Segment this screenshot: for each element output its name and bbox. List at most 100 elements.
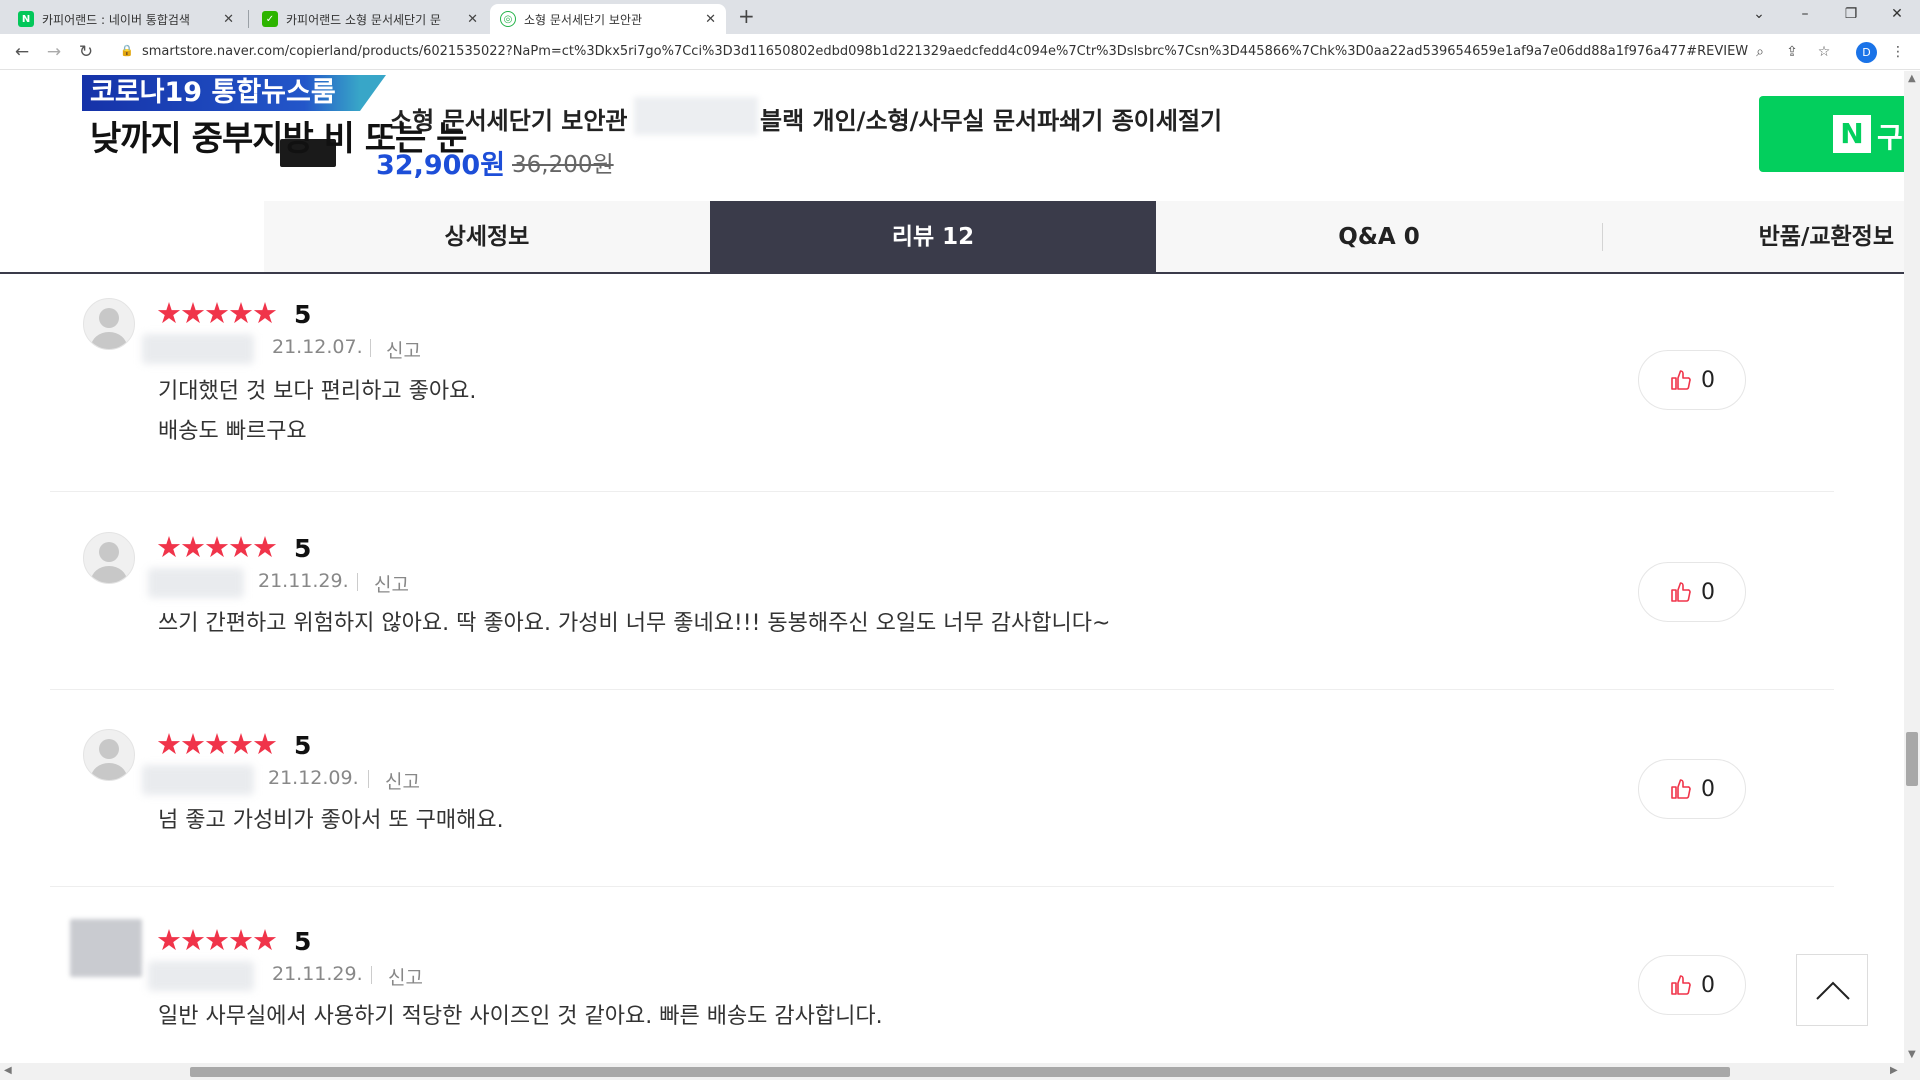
tab-divider: [248, 10, 249, 28]
review-date: 21.12.07.: [272, 336, 363, 358]
share-icon[interactable]: ⇪: [1782, 42, 1802, 62]
user-avatar-placeholder-icon: [83, 532, 135, 584]
zoom-icon[interactable]: ⌕: [1750, 42, 1770, 62]
star-rating-icon: ★★★★★: [156, 923, 278, 957]
report-link[interactable]: 신고: [385, 767, 420, 794]
report-link[interactable]: 신고: [386, 336, 421, 363]
browser-tab-2[interactable]: ✓ 카피어랜드 소형 문서세단기 문 ✕: [252, 4, 488, 34]
like-button[interactable]: 0: [1638, 955, 1746, 1015]
like-count: 0: [1701, 972, 1715, 998]
browser-tab-strip: N 카피어랜드 : 네이버 통합검색 ✕ ✓ 카피어랜드 소형 문서세단기 문 …: [0, 0, 1920, 34]
store-page: 코로나19 통합뉴스룸 낮까지 중부지방 비 또는 눈 소형 문서세단기 보안관…: [0, 71, 1904, 1063]
naver-n-logo-icon: N: [1833, 115, 1871, 153]
address-bar[interactable]: smartstore.naver.com/copierland/products…: [142, 44, 1762, 59]
news-broadcast-overlay: 코로나19 통합뉴스룸 낮까지 중부지방 비 또는 눈: [82, 75, 467, 159]
tab-detail-info[interactable]: 상세정보: [264, 201, 710, 274]
divider: [371, 966, 372, 984]
like-count: 0: [1701, 776, 1715, 802]
news-ticker: 낮까지 중부지방 비 또는 눈: [90, 119, 467, 159]
like-button[interactable]: 0: [1638, 350, 1746, 410]
browser-tab-1[interactable]: N 카피어랜드 : 네이버 통합검색 ✕: [8, 4, 244, 34]
restore-icon[interactable]: ❐: [1828, 0, 1874, 30]
vertical-scrollbar[interactable]: ▲ ▼: [1904, 71, 1920, 1063]
naver-pay-buy-button[interactable]: N 구매하기: [1759, 96, 1904, 172]
user-avatar-placeholder-icon: [83, 729, 135, 781]
thumbs-up-icon: [1671, 779, 1691, 799]
divider: [357, 573, 358, 591]
user-photo-thumbnail[interactable]: [70, 919, 142, 977]
tab-reviews[interactable]: 리뷰 12: [710, 201, 1156, 274]
horizontal-scrollbar[interactable]: ◀ ▶: [0, 1063, 1920, 1080]
review-date: 21.11.29.: [272, 963, 363, 985]
rating-score: 5: [294, 927, 312, 956]
product-tabs: 상세정보 리뷰 12 Q&A 0 반품/교환정보: [264, 201, 1904, 274]
like-count: 0: [1701, 367, 1715, 393]
review-text-line: 쓰기 간편하고 위험하지 않아요. 딱 좋아요. 가성비 너무 좋네요!!! 동…: [158, 611, 1111, 636]
blurred-username: [142, 334, 254, 364]
scroll-up-arrow-icon[interactable]: ▲: [1908, 73, 1916, 84]
close-window-icon[interactable]: ✕: [1874, 0, 1920, 30]
forward-arrow-icon[interactable]: →: [42, 40, 66, 64]
review-text-line: 기대했던 것 보다 편리하고 좋아요.: [158, 379, 477, 404]
report-link[interactable]: 신고: [388, 963, 423, 990]
rating-score: 5: [294, 534, 312, 563]
scroll-left-arrow-icon[interactable]: ◀: [4, 1065, 12, 1076]
browser-tab-title: 카피어랜드 : 네이버 통합검색: [42, 12, 190, 27]
star-rating-icon: ★★★★★: [156, 296, 278, 330]
tab-search-chevron-icon[interactable]: ⌄: [1736, 0, 1782, 30]
thumbs-up-icon: [1671, 975, 1691, 995]
rating-score: 5: [294, 300, 312, 329]
tabs-underline: [0, 272, 264, 274]
report-link[interactable]: 신고: [374, 570, 409, 597]
review-item: ★★★★★ 5 21.12.09. 신고 넘 좋고 가성비가 좋아서 또 구매해…: [50, 727, 1834, 887]
review-item: ★★★★★ 5 21.11.29. 신고 일반 사무실에서 사용하기 적당한 사…: [50, 919, 1834, 1063]
blurred-username: [148, 568, 244, 598]
review-text-line: 일반 사무실에서 사용하기 적당한 사이즈인 것 같아요. 빠른 배송도 감사합…: [158, 1004, 883, 1029]
lock-icon[interactable]: 🔒: [120, 44, 134, 57]
menu-kebab-icon[interactable]: ⋮: [1888, 42, 1908, 62]
browser-tab-title: 소형 문서세단기 보안관: [524, 12, 643, 27]
close-tab-icon[interactable]: ✕: [223, 12, 234, 27]
browser-tab-title: 카피어랜드 소형 문서세단기 문: [286, 12, 441, 27]
review-text-line: 넘 좋고 가성비가 좋아서 또 구매해요.: [158, 808, 504, 833]
rating-score: 5: [294, 731, 312, 760]
new-tab-plus-icon[interactable]: +: [738, 4, 755, 28]
close-tab-icon[interactable]: ✕: [705, 12, 716, 27]
user-avatar-placeholder-icon: [83, 298, 135, 350]
vertical-scroll-thumb[interactable]: [1906, 732, 1918, 786]
smartstore-favicon-icon: ✓: [262, 11, 278, 27]
chevron-up-icon: [1816, 981, 1850, 1000]
scroll-right-arrow-icon[interactable]: ▶: [1890, 1065, 1898, 1076]
bookmark-star-icon[interactable]: ☆: [1814, 42, 1834, 62]
blurred-text-mask: [634, 97, 758, 135]
naver-favicon-icon: N: [18, 11, 34, 27]
review-date: 21.11.29.: [258, 570, 349, 592]
blurred-username: [142, 765, 254, 795]
scroll-down-arrow-icon[interactable]: ▼: [1908, 1049, 1916, 1060]
star-rating-icon: ★★★★★: [156, 530, 278, 564]
star-rating-icon: ★★★★★: [156, 727, 278, 761]
blurred-username: [148, 961, 254, 991]
browser-toolbar: ← → ↻ 🔒 smartstore.naver.com/copierland/…: [0, 34, 1920, 70]
divider: [368, 770, 369, 788]
minimize-icon[interactable]: –: [1782, 0, 1828, 30]
thumbs-up-icon: [1671, 582, 1691, 602]
profile-avatar[interactable]: D: [1856, 42, 1877, 63]
buy-button-label: 구매하기: [1877, 121, 1904, 154]
like-button[interactable]: 0: [1638, 562, 1746, 622]
store-favicon-icon: ◎: [500, 11, 516, 27]
tab-return-exchange[interactable]: 반품/교환정보: [1602, 201, 1904, 274]
divider: [370, 339, 371, 357]
back-arrow-icon[interactable]: ←: [10, 40, 34, 64]
review-text-line: 배송도 빠르구요: [158, 419, 307, 444]
review-item: ★★★★★ 5 21.11.29. 신고 쓰기 간편하고 위험하지 않아요. 딱…: [50, 530, 1834, 690]
review-item: ★★★★★ 5 21.12.07. 신고 기대했던 것 보다 편리하고 좋아요.…: [50, 296, 1834, 492]
like-button[interactable]: 0: [1638, 759, 1746, 819]
browser-tab-3-active[interactable]: ◎ 소형 문서세단기 보안관 ✕: [490, 4, 726, 34]
tab-qna[interactable]: Q&A 0: [1156, 201, 1602, 274]
scroll-to-top-button[interactable]: [1796, 954, 1868, 1026]
close-tab-icon[interactable]: ✕: [467, 12, 478, 27]
horizontal-scroll-thumb[interactable]: [190, 1067, 1730, 1077]
product-title-part-b: 블랙 개인/소형/사무실 문서파쇄기 종이세절기: [760, 107, 1223, 135]
reload-icon[interactable]: ↻: [74, 40, 98, 64]
